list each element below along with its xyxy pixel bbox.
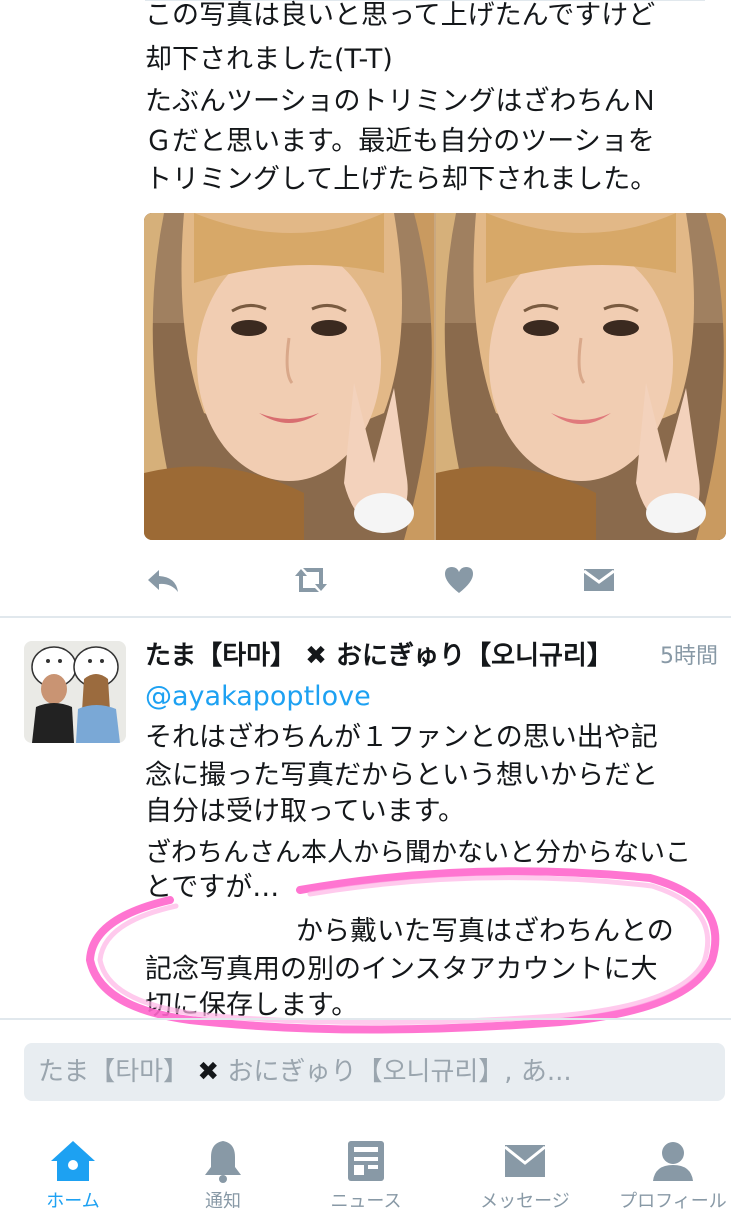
home-icon <box>49 1137 97 1185</box>
message-icon[interactable] <box>581 562 617 598</box>
reply-placeholder: たま【타마】 ✖ おにぎゅり【오니규리】, あ... <box>38 1053 572 1091</box>
tab-home[interactable]: ホーム <box>0 1123 146 1219</box>
tab-notifications[interactable]: 通知 <box>150 1123 296 1219</box>
reply-icon[interactable] <box>145 562 181 598</box>
tab-profile[interactable]: プロフィール <box>600 1123 731 1219</box>
profile-icon <box>649 1137 697 1185</box>
user-handle[interactable]: @ayakapoptlove <box>145 677 371 717</box>
avatar[interactable] <box>24 641 126 743</box>
retweet-icon[interactable] <box>291 562 331 598</box>
reply-placeholder-b: おにぎゅり【오니규리】, あ... <box>219 1057 572 1087</box>
photo-left[interactable] <box>144 213 434 540</box>
timestamp[interactable]: 5時間 <box>660 640 718 674</box>
tweet-1-line: 却下されました(T-T) <box>145 44 393 75</box>
photo-right[interactable] <box>436 213 726 540</box>
tab-bar: ホーム 通知 ニュース メッセージ プロフィール <box>0 1123 731 1219</box>
reply-input[interactable]: たま【타마】 ✖ おにぎゅり【오니규리】, あ... <box>24 1043 725 1101</box>
reply-placeholder-x: ✖ <box>197 1057 220 1087</box>
tweet-1-line: この写真は良いと思って上げたんですけど <box>145 0 656 31</box>
tab-home-label: ホーム <box>46 1191 100 1212</box>
pink-highlight-overlay <box>85 867 720 1034</box>
tweet-1-photos <box>144 213 726 540</box>
tab-news[interactable]: ニュース <box>293 1123 439 1219</box>
tab-profile-label: プロフィール <box>619 1191 727 1212</box>
bell-icon <box>199 1137 247 1185</box>
tab-messages[interactable]: メッセージ <box>452 1123 598 1219</box>
news-icon <box>342 1137 390 1185</box>
tweet-1-line: トリミングして上げたら却下されました。 <box>145 164 658 195</box>
tweet-1-line: たぶんツーショのトリミングはざわちんＮ <box>145 86 658 117</box>
reply-placeholder-a: たま【타마】 <box>38 1057 198 1087</box>
tweet-2-line: 自分は受け取っています。 <box>145 796 465 827</box>
tweet-1-actions <box>145 562 685 598</box>
tab-notifications-label: 通知 <box>205 1191 241 1212</box>
reply-divider <box>0 1018 731 1020</box>
like-icon[interactable] <box>441 562 477 598</box>
tab-messages-label: メッセージ <box>480 1191 570 1212</box>
tab-news-label: ニュース <box>330 1191 402 1212</box>
tweet-divider <box>0 616 731 618</box>
envelope-icon <box>501 1137 549 1185</box>
display-name[interactable]: たま【타마】 ✖ おにぎゅり【오니규리】 <box>145 636 613 676</box>
